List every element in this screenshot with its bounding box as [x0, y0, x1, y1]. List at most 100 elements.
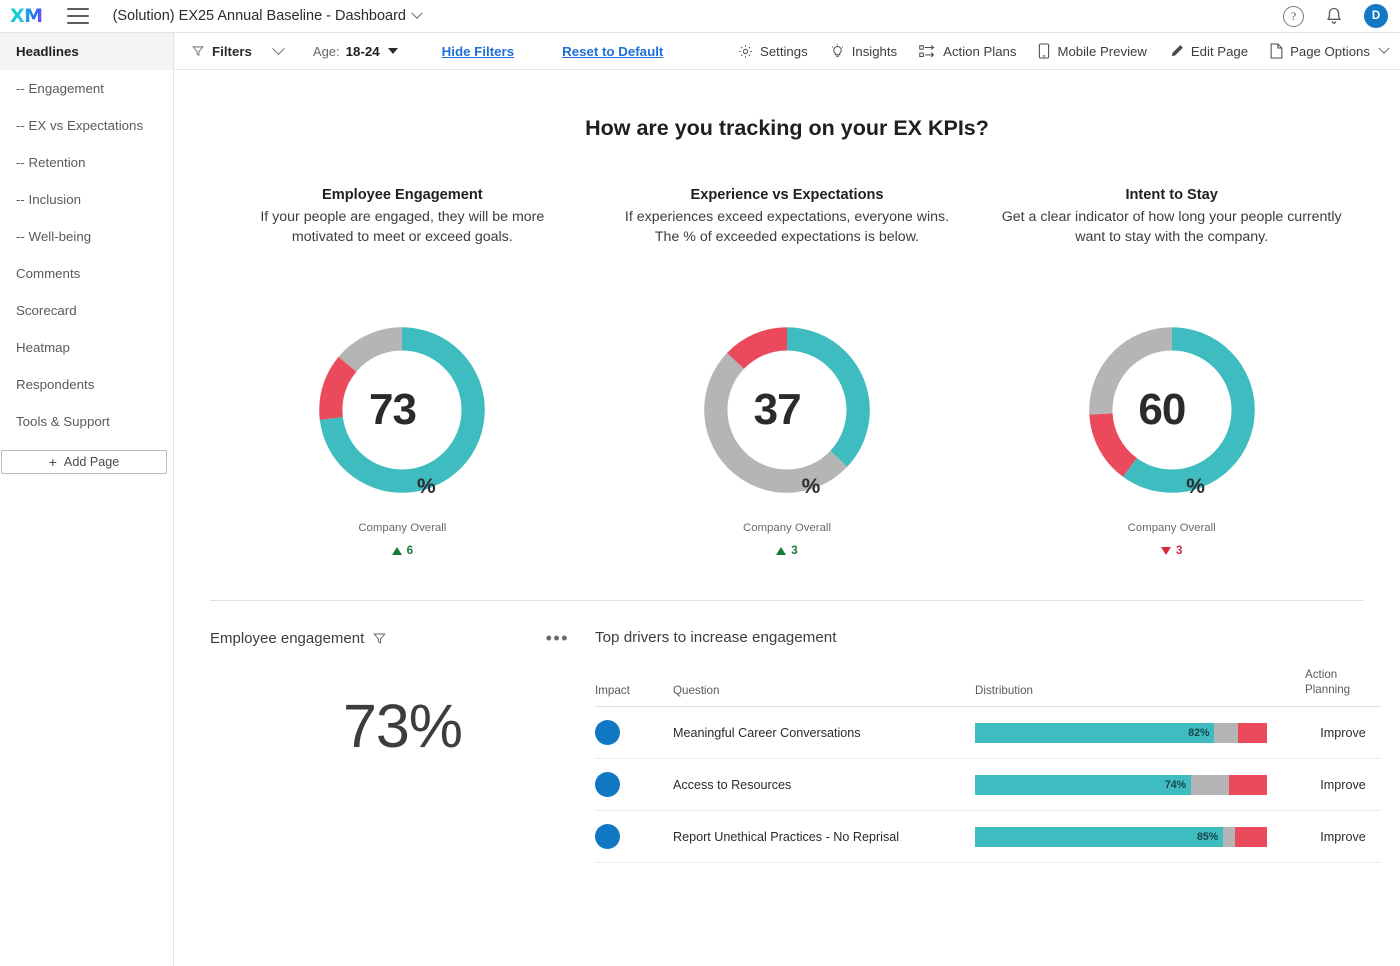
- action-plans-button[interactable]: Action Plans: [919, 44, 1016, 59]
- table-row: Report Unethical Practices - No Reprisal…: [595, 811, 1381, 863]
- insights-button[interactable]: Insights: [830, 43, 897, 59]
- kpi-delta: 3: [997, 544, 1346, 557]
- settings-button[interactable]: Settings: [738, 44, 808, 59]
- edit-page-label: Edit Page: [1191, 44, 1248, 59]
- sidebar-item-engagement[interactable]: -- Engagement: [0, 70, 173, 107]
- action-header-line2: Planning: [1305, 683, 1381, 697]
- improve-link[interactable]: Improve: [1305, 811, 1381, 863]
- column-header-impact: Impact: [595, 668, 673, 706]
- segment-favorable-label: 85%: [1197, 831, 1223, 843]
- sidebar-item-retention[interactable]: -- Retention: [0, 144, 173, 181]
- funnel-icon[interactable]: [373, 632, 386, 645]
- kpi-delta-value: 6: [407, 544, 413, 557]
- ellipsis-icon[interactable]: •••: [546, 629, 595, 647]
- distribution-bar: 82%: [975, 723, 1267, 743]
- kpi-card-intent-to-stay: Intent to Stay Get a clear indicator of …: [979, 187, 1364, 557]
- sidebar-item-label: Tools & Support: [16, 414, 110, 429]
- chevron-down-icon: [411, 8, 422, 19]
- top-bar: XM (Solution) EX25 Annual Baseline - Das…: [0, 0, 1400, 33]
- drivers-widget: Top drivers to increase engagement Impac…: [595, 629, 1364, 863]
- distribution-cell: 74%: [975, 759, 1305, 811]
- sidebar-item-label: -- EX vs Expectations: [16, 118, 143, 133]
- edit-page-button[interactable]: Edit Page: [1169, 44, 1248, 59]
- reset-to-default-link[interactable]: Reset to Default: [562, 44, 663, 59]
- caret-down-icon: [388, 48, 398, 54]
- filters-button[interactable]: Filters: [192, 44, 252, 59]
- kpi-delta-value: 3: [1176, 544, 1182, 557]
- impact-cell: [595, 707, 673, 759]
- add-page-button[interactable]: + Add Page: [1, 450, 167, 474]
- question-cell: Access to Resources: [673, 759, 975, 811]
- sidebar-item-label: Respondents: [16, 377, 94, 392]
- hamburger-menu-icon[interactable]: [67, 8, 89, 24]
- hide-filters-link[interactable]: Hide Filters: [442, 44, 514, 59]
- sidebar-item-headlines[interactable]: Headlines: [0, 33, 173, 70]
- improve-link[interactable]: Improve: [1305, 759, 1381, 811]
- help-icon[interactable]: ?: [1283, 6, 1304, 27]
- kpi-card-experience-vs-expectations: Experience vs Expectations If experience…: [595, 187, 980, 557]
- settings-label: Settings: [760, 44, 808, 59]
- impact-cell: [595, 759, 673, 811]
- avatar[interactable]: D: [1364, 4, 1388, 28]
- kpi-value: 73: [369, 388, 416, 432]
- add-page-label: Add Page: [64, 455, 119, 469]
- page-options-button[interactable]: Page Options: [1270, 43, 1388, 59]
- sidebar-item-ex-vs-expectations[interactable]: -- EX vs Expectations: [0, 107, 173, 144]
- sidebar-item-well-being[interactable]: -- Well-being: [0, 218, 173, 255]
- mobile-preview-button[interactable]: Mobile Preview: [1038, 43, 1146, 59]
- sidebar-item-tools-support[interactable]: Tools & Support: [0, 403, 173, 440]
- filter-toolbar: Filters Age: 18-24 Hide Filters Reset to…: [174, 33, 1400, 70]
- toolbar-actions: Settings Insights Acti: [738, 43, 1388, 59]
- column-header-action-planning: Action Planning: [1305, 668, 1381, 706]
- table-header-row: Impact Question Distribution Action Plan…: [595, 668, 1381, 706]
- segment-favorable-label: 74%: [1165, 779, 1191, 791]
- donut-chart-employee-engagement: 73 %: [228, 316, 577, 504]
- engagement-value: 73%: [210, 691, 595, 761]
- kpi-title: Employee Engagement: [228, 187, 577, 203]
- sidebar-item-comments[interactable]: Comments: [0, 255, 173, 292]
- sidebar-item-label: -- Inclusion: [16, 192, 81, 207]
- lightbulb-icon: [830, 43, 845, 59]
- impact-cell: [595, 811, 673, 863]
- table-row: Meaningful Career Conversations 82%: [595, 707, 1381, 759]
- kpi-row: Employee Engagement If your people are e…: [210, 187, 1364, 557]
- engagement-widget-header: Employee engagement •••: [210, 629, 595, 647]
- mobile-preview-label: Mobile Preview: [1057, 44, 1146, 59]
- page-title: How are you tracking on your EX KPIs?: [210, 116, 1364, 141]
- sidebar-item-respondents[interactable]: Respondents: [0, 366, 173, 403]
- age-filter-label: Age:: [313, 44, 340, 59]
- improve-link[interactable]: Improve: [1305, 707, 1381, 759]
- impact-dot-icon: [595, 720, 620, 745]
- kpi-value-suffix: %: [1186, 475, 1205, 499]
- kpi-card-employee-engagement: Employee Engagement If your people are e…: [210, 187, 595, 557]
- triangle-down-icon: [1161, 547, 1171, 555]
- kpi-delta: 6: [228, 544, 577, 557]
- filters-label: Filters: [212, 44, 252, 59]
- sidebar-item-scorecard[interactable]: Scorecard: [0, 292, 173, 329]
- chevron-down-icon: [1378, 43, 1389, 54]
- donut-chart-intent-to-stay: 60 %: [997, 316, 1346, 504]
- engagement-widget: Employee engagement ••• 73%: [210, 629, 595, 863]
- engagement-widget-title: Employee engagement: [210, 630, 364, 647]
- bell-icon[interactable]: [1324, 6, 1344, 26]
- kpi-sublabel: Company Overall: [613, 522, 962, 534]
- segment-favorable: 85%: [975, 827, 1223, 847]
- gear-icon: [738, 44, 753, 59]
- sidebar-item-label: -- Retention: [16, 155, 85, 170]
- age-filter[interactable]: Age: 18-24: [313, 44, 398, 59]
- filters-chevron-down-icon[interactable]: [272, 42, 285, 55]
- segment-neutral: [1191, 775, 1229, 795]
- action-plans-icon: [919, 44, 936, 59]
- kpi-delta: 3: [613, 544, 962, 557]
- sidebar-item-heatmap[interactable]: Heatmap: [0, 329, 173, 366]
- donut-chart-experience-vs-expectations: 37 %: [613, 316, 962, 504]
- dashboard-title-dropdown[interactable]: (Solution) EX25 Annual Baseline - Dashbo…: [113, 8, 421, 24]
- mobile-icon: [1038, 43, 1050, 59]
- drivers-widget-title: Top drivers to increase engagement: [595, 629, 1364, 646]
- xm-logo[interactable]: XM: [10, 7, 43, 26]
- kpi-value: 60: [1138, 388, 1185, 432]
- kpi-delta-value: 3: [791, 544, 797, 557]
- sidebar-item-inclusion[interactable]: -- Inclusion: [0, 181, 173, 218]
- segment-unfavorable: [1229, 775, 1267, 795]
- sidebar-item-label: -- Engagement: [16, 81, 104, 96]
